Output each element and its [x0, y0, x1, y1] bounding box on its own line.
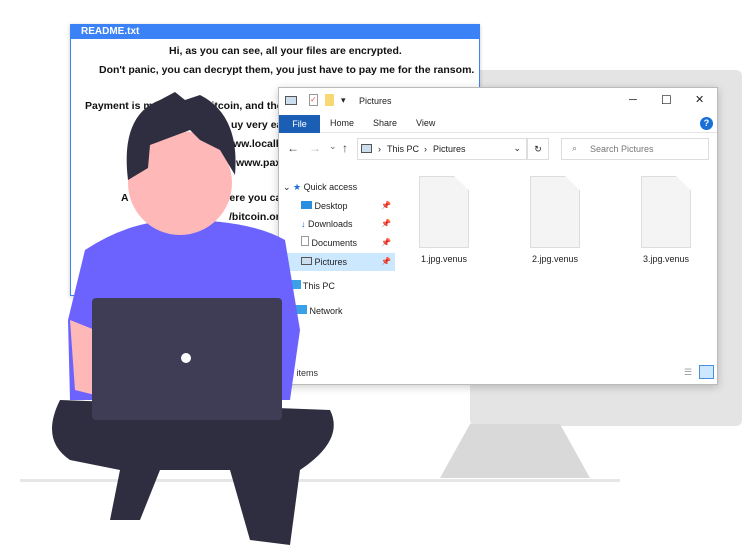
person-illustration — [52, 92, 334, 545]
laptop-logo — [181, 353, 191, 363]
legs — [52, 400, 334, 545]
